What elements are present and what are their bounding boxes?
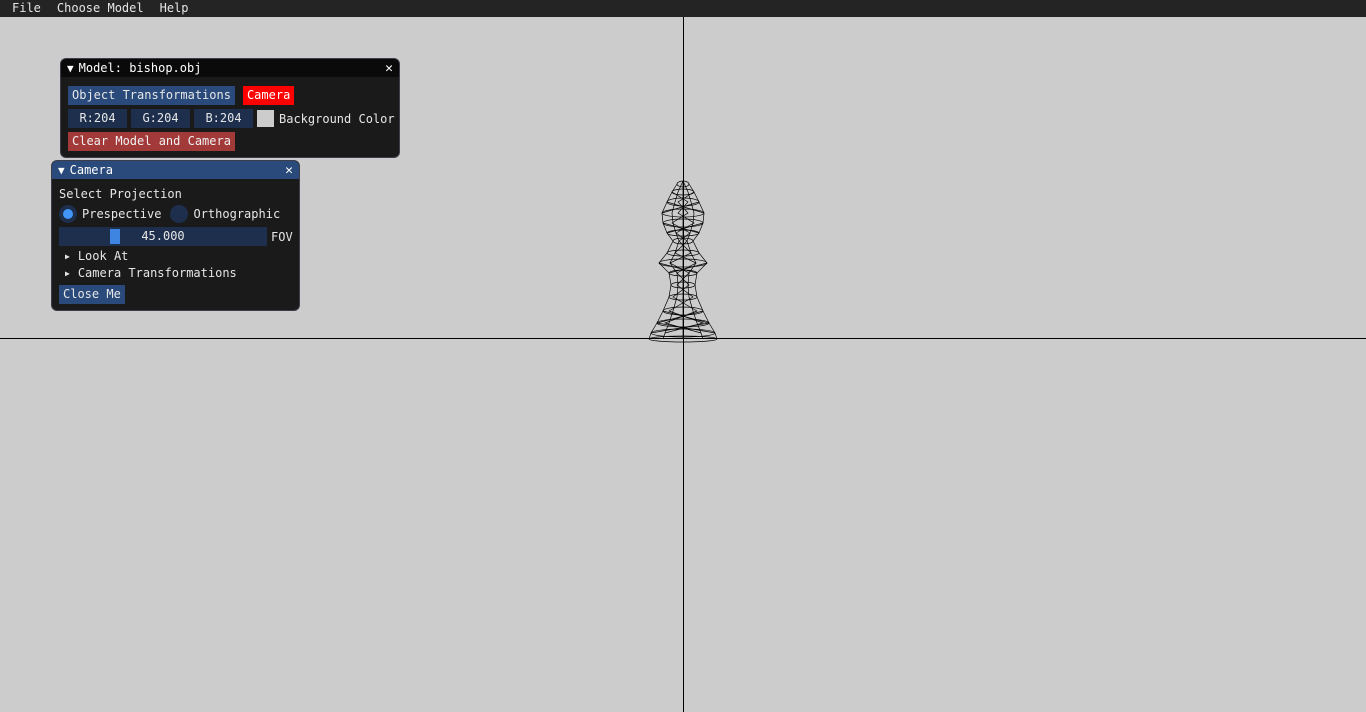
- close-me-button[interactable]: Close Me: [59, 285, 125, 304]
- orthographic-radio[interactable]: [170, 205, 189, 223]
- collapse-triangle-icon[interactable]: ▼: [67, 62, 74, 75]
- fov-slider[interactable]: 45.000: [59, 227, 267, 246]
- menu-bar: File Choose Model Help: [0, 0, 1366, 17]
- bishop-wireframe-model: [648, 180, 718, 343]
- clear-model-and-camera-button[interactable]: Clear Model and Camera: [68, 132, 235, 151]
- camera-button[interactable]: Camera: [242, 86, 295, 105]
- look-at-tree-node[interactable]: ▶ Look At: [59, 249, 128, 263]
- model-window: ▼ Model: bishop.obj ✕ Object Transformat…: [60, 58, 400, 158]
- close-icon[interactable]: ✕: [285, 163, 293, 178]
- blue-value-field[interactable]: B:204: [194, 109, 253, 128]
- perspective-label[interactable]: Prespective: [82, 207, 161, 221]
- green-value-field[interactable]: G:204: [131, 109, 190, 128]
- model-window-title: Model: bishop.obj: [78, 61, 202, 75]
- object-transformations-button[interactable]: Object Transformations: [68, 86, 235, 105]
- camera-window: ▼ Camera ✕ Select Projection Prespective…: [51, 160, 300, 311]
- background-color-label: Background Color: [279, 111, 395, 126]
- perspective-radio[interactable]: [59, 205, 77, 223]
- close-icon[interactable]: ✕: [385, 61, 393, 76]
- camera-window-titlebar[interactable]: ▼ Camera ✕: [52, 161, 299, 179]
- look-at-label: Look At: [77, 249, 129, 263]
- collapse-triangle-icon[interactable]: ▼: [58, 164, 65, 177]
- red-value-field[interactable]: R:204: [68, 109, 127, 128]
- radio-selected-dot: [63, 209, 73, 219]
- expand-arrow-icon: ▶: [65, 268, 70, 278]
- select-projection-label: Select Projection: [59, 187, 182, 201]
- camera-window-title: Camera: [69, 163, 113, 177]
- fov-label: FOV: [271, 229, 293, 244]
- expand-arrow-icon: ▶: [65, 251, 70, 261]
- orthographic-label[interactable]: Orthographic: [193, 207, 280, 221]
- menu-file[interactable]: File: [0, 0, 49, 17]
- fov-slider-grab[interactable]: [110, 229, 120, 244]
- camera-transformations-label: Camera Transformations: [77, 266, 237, 280]
- background-color-swatch[interactable]: [257, 110, 274, 127]
- y-axis-line: [683, 17, 684, 712]
- menu-help[interactable]: Help: [152, 0, 197, 17]
- camera-transformations-tree-node[interactable]: ▶ Camera Transformations: [59, 266, 237, 280]
- model-window-titlebar[interactable]: ▼ Model: bishop.obj ✕: [61, 59, 399, 77]
- menu-choose-model[interactable]: Choose Model: [49, 0, 152, 17]
- fov-value: 45.000: [141, 229, 185, 243]
